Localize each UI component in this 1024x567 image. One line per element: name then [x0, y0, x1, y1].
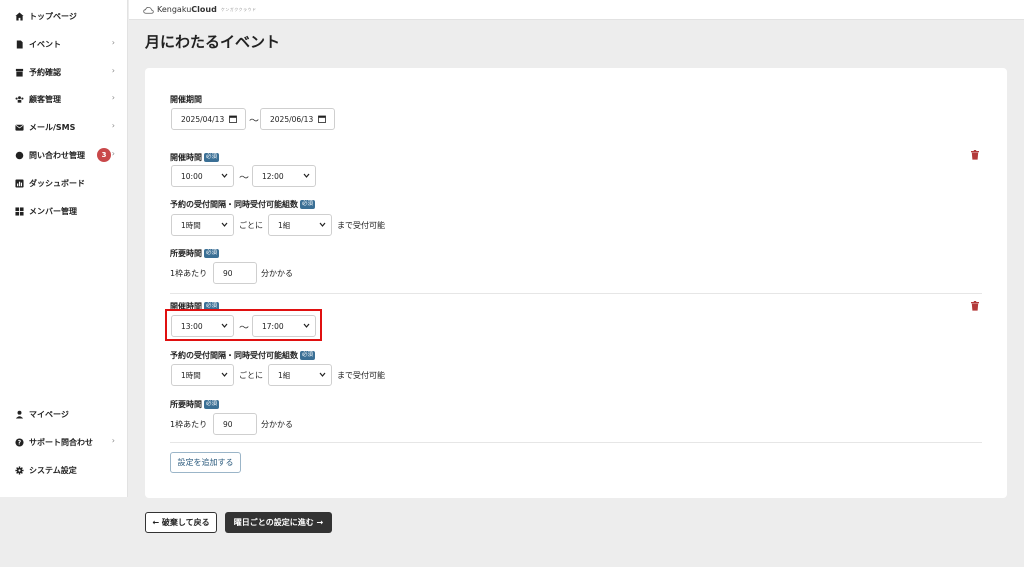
sidebar-item-label: 予約確認 [29, 67, 61, 77]
groups-select[interactable]: 1組 [268, 364, 332, 386]
sidebar-item-my-page[interactable]: マイページ [14, 405, 117, 423]
groups-select[interactable]: 1組 [268, 214, 332, 236]
mail-icon [14, 122, 24, 132]
required-badge: 必須 [204, 153, 220, 162]
accept-text: まで受付可能 [337, 220, 385, 230]
date-range-tilde: 〜 [249, 115, 259, 127]
per-slot-text: 1枠あたり [170, 268, 208, 278]
chevron-right-icon: › [111, 93, 115, 102]
sidebar-item-label: 問い合わせ管理 [29, 150, 85, 160]
duration-input[interactable]: 90 [213, 262, 257, 284]
end-date-input[interactable]: 2025/06/13 [260, 108, 335, 130]
chevron-down-icon [221, 371, 228, 380]
question-icon: ? [14, 437, 24, 447]
trash-icon[interactable] [971, 150, 979, 160]
page-title: 月にわたるイベント [145, 33, 281, 51]
chevron-right-icon: › [111, 121, 115, 130]
period-label: 開催期間 [170, 95, 202, 104]
sidebar-item-label: メール/SMS [29, 122, 76, 132]
interval-select[interactable]: 1時間 [171, 364, 234, 386]
start-time-select[interactable]: 10:00 [171, 165, 234, 187]
top-bar: Kengaku Cloud ケンガククラウド [129, 0, 1024, 20]
logo-prefix: Kengaku [157, 5, 192, 14]
takes-text: 分かかる [261, 268, 293, 278]
chevron-right-icon: › [111, 436, 115, 445]
every-text: ごとに [239, 220, 263, 230]
calendar-icon[interactable] [318, 115, 326, 125]
chevron-down-icon [303, 172, 310, 181]
notification-badge: 3 [97, 148, 111, 162]
block-divider [170, 293, 982, 294]
sidebar-item-label: トップページ [29, 11, 77, 21]
sidebar-item-label: イベント [29, 39, 61, 49]
highlight-box [165, 309, 322, 341]
sidebar-item-mail-sms[interactable]: メール/SMS › [14, 118, 117, 136]
required-badge: 必須 [204, 249, 220, 258]
sidebar: トップページ イベント › 予約確認 › 顧客管理 › メール/SMS › 問い… [0, 0, 128, 497]
app-logo[interactable]: Kengaku Cloud ケンガククラウド [143, 5, 257, 14]
sidebar-item-reservation[interactable]: 予約確認 › [14, 63, 117, 81]
start-date-input[interactable]: 2025/04/13 [171, 108, 246, 130]
chevron-down-icon [221, 172, 228, 181]
chevron-right-icon: › [111, 66, 115, 75]
chevron-right-icon: › [111, 149, 115, 158]
add-setting-button[interactable]: 設定を追加する [170, 452, 241, 473]
sidebar-item-system-settings[interactable]: システム設定 [14, 461, 117, 479]
logo-bold: Cloud [191, 5, 217, 14]
per-slot-text: 1枠あたり [170, 419, 208, 429]
duration-input[interactable]: 90 [213, 413, 257, 435]
sidebar-item-customers[interactable]: 顧客管理 › [14, 90, 117, 108]
cloud-icon [143, 6, 154, 14]
chevron-down-icon [319, 371, 326, 380]
time-label: 開催時間 必須 [170, 153, 220, 162]
block-divider [170, 442, 982, 443]
interval-select[interactable]: 1時間 [171, 214, 234, 236]
users-icon [14, 94, 24, 104]
sidebar-item-event[interactable]: イベント › [14, 35, 117, 53]
sidebar-item-inquiries[interactable]: 問い合わせ管理 3 › [14, 146, 117, 164]
next-weekday-settings-button[interactable]: 曜日ごとの設定に進む → [225, 512, 332, 533]
chevron-right-icon: › [111, 38, 115, 47]
home-icon [14, 11, 24, 21]
required-badge: 必須 [300, 351, 316, 360]
person-icon [14, 409, 24, 419]
sidebar-item-label: ダッシュボード [29, 178, 85, 188]
time-range-tilde: 〜 [239, 172, 249, 184]
takes-text: 分かかる [261, 419, 293, 429]
event-form-card: 開催期間 2025/04/13 〜 2025/06/13 開催時間 必須 10:0… [145, 68, 1007, 498]
sidebar-item-dashboard[interactable]: ダッシュボード [14, 174, 117, 192]
sidebar-item-label: メンバー管理 [29, 206, 77, 216]
calendar-icon[interactable] [229, 115, 237, 125]
sidebar-item-members[interactable]: メンバー管理 [14, 202, 117, 220]
sidebar-item-label: 顧客管理 [29, 94, 61, 104]
chart-icon [14, 178, 24, 188]
discard-back-button[interactable]: ← 破棄して戻る [145, 512, 217, 533]
end-time-select[interactable]: 12:00 [252, 165, 316, 187]
interval-label: 予約の受付間隔・同時受付可能組数 必須 [170, 351, 316, 360]
sidebar-item-label: サポート問合わせ [29, 437, 93, 447]
accept-text: まで受付可能 [337, 370, 385, 380]
required-badge: 必須 [300, 200, 316, 209]
duration-label: 所要時間 必須 [170, 249, 220, 258]
sidebar-item-top-page[interactable]: トップページ [14, 7, 117, 25]
sidebar-item-label: システム設定 [29, 465, 77, 475]
chat-icon [14, 150, 24, 160]
trash-icon[interactable] [971, 301, 979, 311]
chevron-down-icon [221, 221, 228, 230]
gear-icon [14, 465, 24, 475]
duration-label: 所要時間 必須 [170, 400, 220, 409]
sidebar-item-support[interactable]: ? サポート問合わせ › [14, 433, 117, 451]
chevron-down-icon [319, 221, 326, 230]
sidebar-item-label: マイページ [29, 409, 69, 419]
logo-tagline: ケンガククラウド [220, 6, 257, 12]
interval-label: 予約の受付間隔・同時受付可能組数 必須 [170, 200, 316, 209]
box-icon [14, 67, 24, 77]
every-text: ごとに [239, 370, 263, 380]
document-icon [14, 39, 24, 49]
grid-icon [14, 206, 24, 216]
required-badge: 必須 [204, 400, 220, 409]
